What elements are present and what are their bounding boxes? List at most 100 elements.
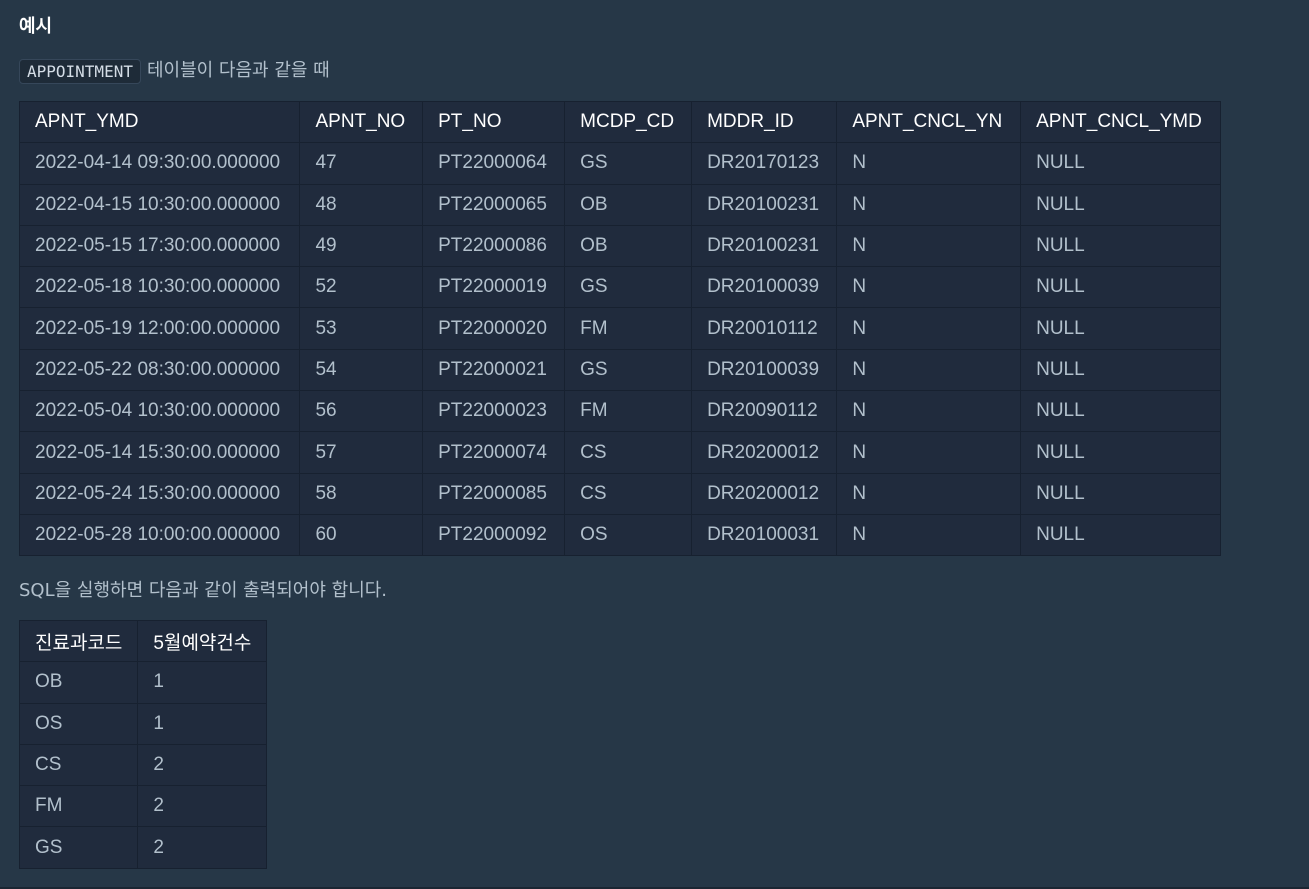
result-table: 진료과코드 5월예약건수 OB 1 OS 1 CS 2 FM 2 GS 2 (18, 619, 268, 869)
column-header: APNT_NO (299, 100, 424, 144)
table-cell: N (836, 142, 1022, 185)
table-cell: CS (18, 743, 139, 787)
table-row: 2022-05-19 12:00:00.000000 53 PT22000020 FM… (18, 307, 1221, 350)
table-cell: DR20010112 (691, 307, 838, 350)
table-cell: OB (18, 661, 139, 704)
table-cell: PT22000065 (422, 183, 566, 226)
table-cell: N (836, 266, 1022, 309)
table-cell: NULL (1020, 224, 1221, 268)
appointment-table-body: 2022-04-14 09:30:00.000000 47 PT22000064 GS… (18, 142, 1221, 557)
table-row: 2022-04-15 10:30:00.000000 48 PT22000065 OB… (18, 183, 1221, 226)
column-header: APNT_CNCL_YN (836, 100, 1022, 144)
table-header-row: 진료과코드 5월예약건수 (18, 619, 268, 663)
table-cell: NULL (1020, 472, 1221, 515)
table-cell: PT22000085 (422, 472, 566, 515)
table-cell: NULL (1020, 266, 1221, 309)
table-cell: NULL (1020, 431, 1221, 474)
table-cell: PT22000064 (422, 142, 566, 185)
table-cell: OB (564, 224, 693, 268)
column-header: PT_NO (422, 100, 566, 144)
table-cell: PT22000020 (422, 307, 566, 350)
table-row: 2022-05-22 08:30:00.000000 54 PT22000021 GS… (18, 348, 1221, 392)
table-cell: 1 (137, 702, 268, 745)
table-cell: GS (18, 826, 139, 869)
table-cell: FM (18, 785, 139, 828)
table-row: 2022-05-15 17:30:00.000000 49 PT22000086 OB… (18, 224, 1221, 268)
table-cell: 54 (299, 348, 424, 392)
table-cell: 58 (299, 472, 424, 515)
table-row: 2022-05-04 10:30:00.000000 56 PT22000023 FM… (18, 390, 1221, 433)
table-cell: 47 (299, 142, 424, 185)
column-header: APNT_CNCL_YMD (1020, 100, 1221, 144)
table-cell: N (836, 513, 1022, 557)
table-cell: 49 (299, 224, 424, 268)
table-cell: 2022-05-14 15:30:00.000000 (18, 431, 301, 474)
appointment-table: APNT_YMD APNT_NO PT_NO MCDP_CD MDDR_ID A… (18, 100, 1221, 557)
table-cell: FM (564, 307, 693, 350)
column-header: MCDP_CD (564, 100, 693, 144)
table-cell: 2022-05-15 17:30:00.000000 (18, 224, 301, 268)
table-row: FM 2 (18, 785, 268, 828)
table-cell: GS (564, 348, 693, 392)
table-cell: 2 (137, 826, 268, 869)
table-cell: PT22000086 (422, 224, 566, 268)
table-cell: CS (564, 472, 693, 515)
table-row: OS 1 (18, 702, 268, 745)
table-cell: NULL (1020, 513, 1221, 557)
table-cell: 2022-04-15 10:30:00.000000 (18, 183, 301, 226)
table-cell: PT22000021 (422, 348, 566, 392)
column-header: MDDR_ID (691, 100, 838, 144)
table-cell: NULL (1020, 142, 1221, 185)
table-cell: N (836, 348, 1022, 392)
table-cell: DR20090112 (691, 390, 838, 433)
table-cell: 52 (299, 266, 424, 309)
table-cell: DR20100039 (691, 266, 838, 309)
table-cell: DR20100231 (691, 183, 838, 226)
table-row: 2022-05-28 10:00:00.000000 60 PT22000092 OS… (18, 513, 1221, 557)
table-cell: N (836, 390, 1022, 433)
table-row: OB 1 (18, 661, 268, 704)
table-cell: PT22000019 (422, 266, 566, 309)
result-table-body: OB 1 OS 1 CS 2 FM 2 GS 2 (18, 661, 268, 869)
table-row: 2022-05-24 15:30:00.000000 58 PT22000085 CS… (18, 472, 1221, 515)
table-cell: PT22000023 (422, 390, 566, 433)
table-cell: N (836, 224, 1022, 268)
table-cell: DR20170123 (691, 142, 838, 185)
table-cell: OS (18, 702, 139, 745)
table-cell: N (836, 307, 1022, 350)
table-cell: DR20100231 (691, 224, 838, 268)
table-cell: 2 (137, 785, 268, 828)
table-cell: N (836, 431, 1022, 474)
table-cell: 56 (299, 390, 424, 433)
table-cell: NULL (1020, 183, 1221, 226)
table-cell: CS (564, 431, 693, 474)
table-cell: 1 (137, 661, 268, 704)
column-header: 5월예약건수 (137, 619, 268, 663)
table-cell: 2022-05-22 08:30:00.000000 (18, 348, 301, 392)
column-header: 진료과코드 (18, 619, 139, 663)
table-cell: PT22000074 (422, 431, 566, 474)
table-cell: OS (564, 513, 693, 557)
intro-line: APPOINTMENT 테이블이 다음과 같을 때 (19, 56, 330, 84)
section-heading: 예시 (19, 16, 53, 37)
table-cell: GS (564, 142, 693, 185)
table-cell: 53 (299, 307, 424, 350)
intro-text: 테이블이 다음과 같을 때 (146, 60, 330, 81)
table-cell: OB (564, 183, 693, 226)
table-cell: N (836, 472, 1022, 515)
table-header-row: APNT_YMD APNT_NO PT_NO MCDP_CD MDDR_ID A… (18, 100, 1221, 144)
result-description: SQL을 실행하면 다음과 같이 출력되어야 합니다. (19, 580, 388, 601)
table-cell: 2022-05-04 10:30:00.000000 (18, 390, 301, 433)
table-cell: N (836, 183, 1022, 226)
table-cell: NULL (1020, 348, 1221, 392)
table-cell: 2022-05-19 12:00:00.000000 (18, 307, 301, 350)
table-cell: 60 (299, 513, 424, 557)
table-row: 2022-05-18 10:30:00.000000 52 PT22000019 GS… (18, 266, 1221, 309)
table-cell: 2022-05-18 10:30:00.000000 (18, 266, 301, 309)
table-row: 2022-04-14 09:30:00.000000 47 PT22000064 GS… (18, 142, 1221, 185)
table-cell: DR20100031 (691, 513, 838, 557)
table-cell: 2022-05-28 10:00:00.000000 (18, 513, 301, 557)
table-cell: PT22000092 (422, 513, 566, 557)
table-cell: 2022-05-24 15:30:00.000000 (18, 472, 301, 515)
table-cell: GS (564, 266, 693, 309)
